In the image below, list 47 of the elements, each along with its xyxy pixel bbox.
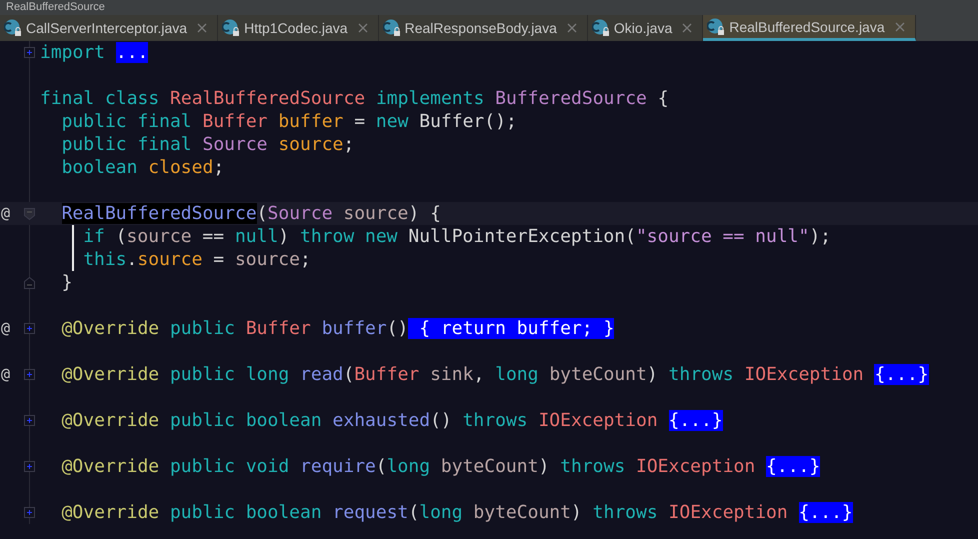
expand-fold-icon[interactable] xyxy=(24,47,35,58)
code-text: boolean closed; xyxy=(62,157,224,178)
fold-end-icon[interactable] xyxy=(24,277,35,289)
code-text: } xyxy=(62,272,72,293)
close-icon[interactable] xyxy=(358,23,368,33)
code-text: public final Buffer buffer = new Buffer(); xyxy=(62,111,517,132)
folded-code[interactable]: {...} xyxy=(874,364,929,385)
code-text: RealBufferedSource(Source source) { xyxy=(62,203,441,224)
code-text: @Override public boolean request(long byteCount) throws IOException xyxy=(62,502,789,523)
folded-code[interactable]: {...} xyxy=(798,502,853,523)
code-text: @Override public void require(long byteCount) throws IOException xyxy=(62,456,756,477)
folded-code[interactable]: {...} xyxy=(668,410,723,431)
code-text: import xyxy=(40,42,106,63)
override-marker[interactable]: @ xyxy=(1,319,10,337)
breadcrumb[interactable]: RealBufferedSource xyxy=(6,1,105,14)
override-marker[interactable]: @ xyxy=(1,204,10,222)
folded-code[interactable]: { return buffer; } xyxy=(408,318,614,339)
collapse-fold-icon[interactable] xyxy=(24,208,35,220)
expand-fold-icon[interactable] xyxy=(24,461,35,472)
folded-code[interactable]: {...} xyxy=(766,456,820,477)
expand-fold-icon[interactable] xyxy=(24,507,35,518)
code-text: public final Source source; xyxy=(62,134,354,155)
class-file-icon xyxy=(707,18,726,36)
code-text: @Override public long read(Buffer sink, long byteCount) throws IOException xyxy=(62,364,865,385)
file-tab[interactable]: Okio.java xyxy=(588,15,704,41)
close-icon[interactable] xyxy=(197,23,208,33)
expand-fold-icon[interactable] xyxy=(24,415,35,426)
folded-code[interactable]: ... xyxy=(116,42,148,63)
class-file-icon xyxy=(4,19,22,37)
expand-fold-icon[interactable] xyxy=(24,369,35,380)
file-tab[interactable]: CallServerInterceptor.java xyxy=(0,15,218,41)
code-text: final class RealBufferedSource implements BufferedSource { xyxy=(40,88,669,109)
class-file-icon xyxy=(382,19,401,37)
close-icon[interactable] xyxy=(682,23,692,33)
file-tab[interactable]: Http1Codec.java xyxy=(218,15,379,41)
class-file-icon xyxy=(592,19,610,37)
close-icon[interactable] xyxy=(894,22,905,32)
file-tab[interactable]: RealBufferedSource.java xyxy=(703,15,916,41)
file-tab[interactable]: RealResponseBody.java xyxy=(378,15,588,41)
expand-fold-icon[interactable] xyxy=(24,323,35,334)
override-marker[interactable]: @ xyxy=(1,365,10,383)
code-text: if (source == null) throw new NullPointerException("source == null"); xyxy=(83,226,832,247)
code-text: this.source = source; xyxy=(83,249,311,270)
code-text: @Override public Buffer buffer() xyxy=(62,318,408,339)
code-text: @Override public boolean exhausted() throws IOException xyxy=(62,410,659,431)
class-file-icon xyxy=(222,19,240,37)
close-icon[interactable] xyxy=(566,23,577,33)
